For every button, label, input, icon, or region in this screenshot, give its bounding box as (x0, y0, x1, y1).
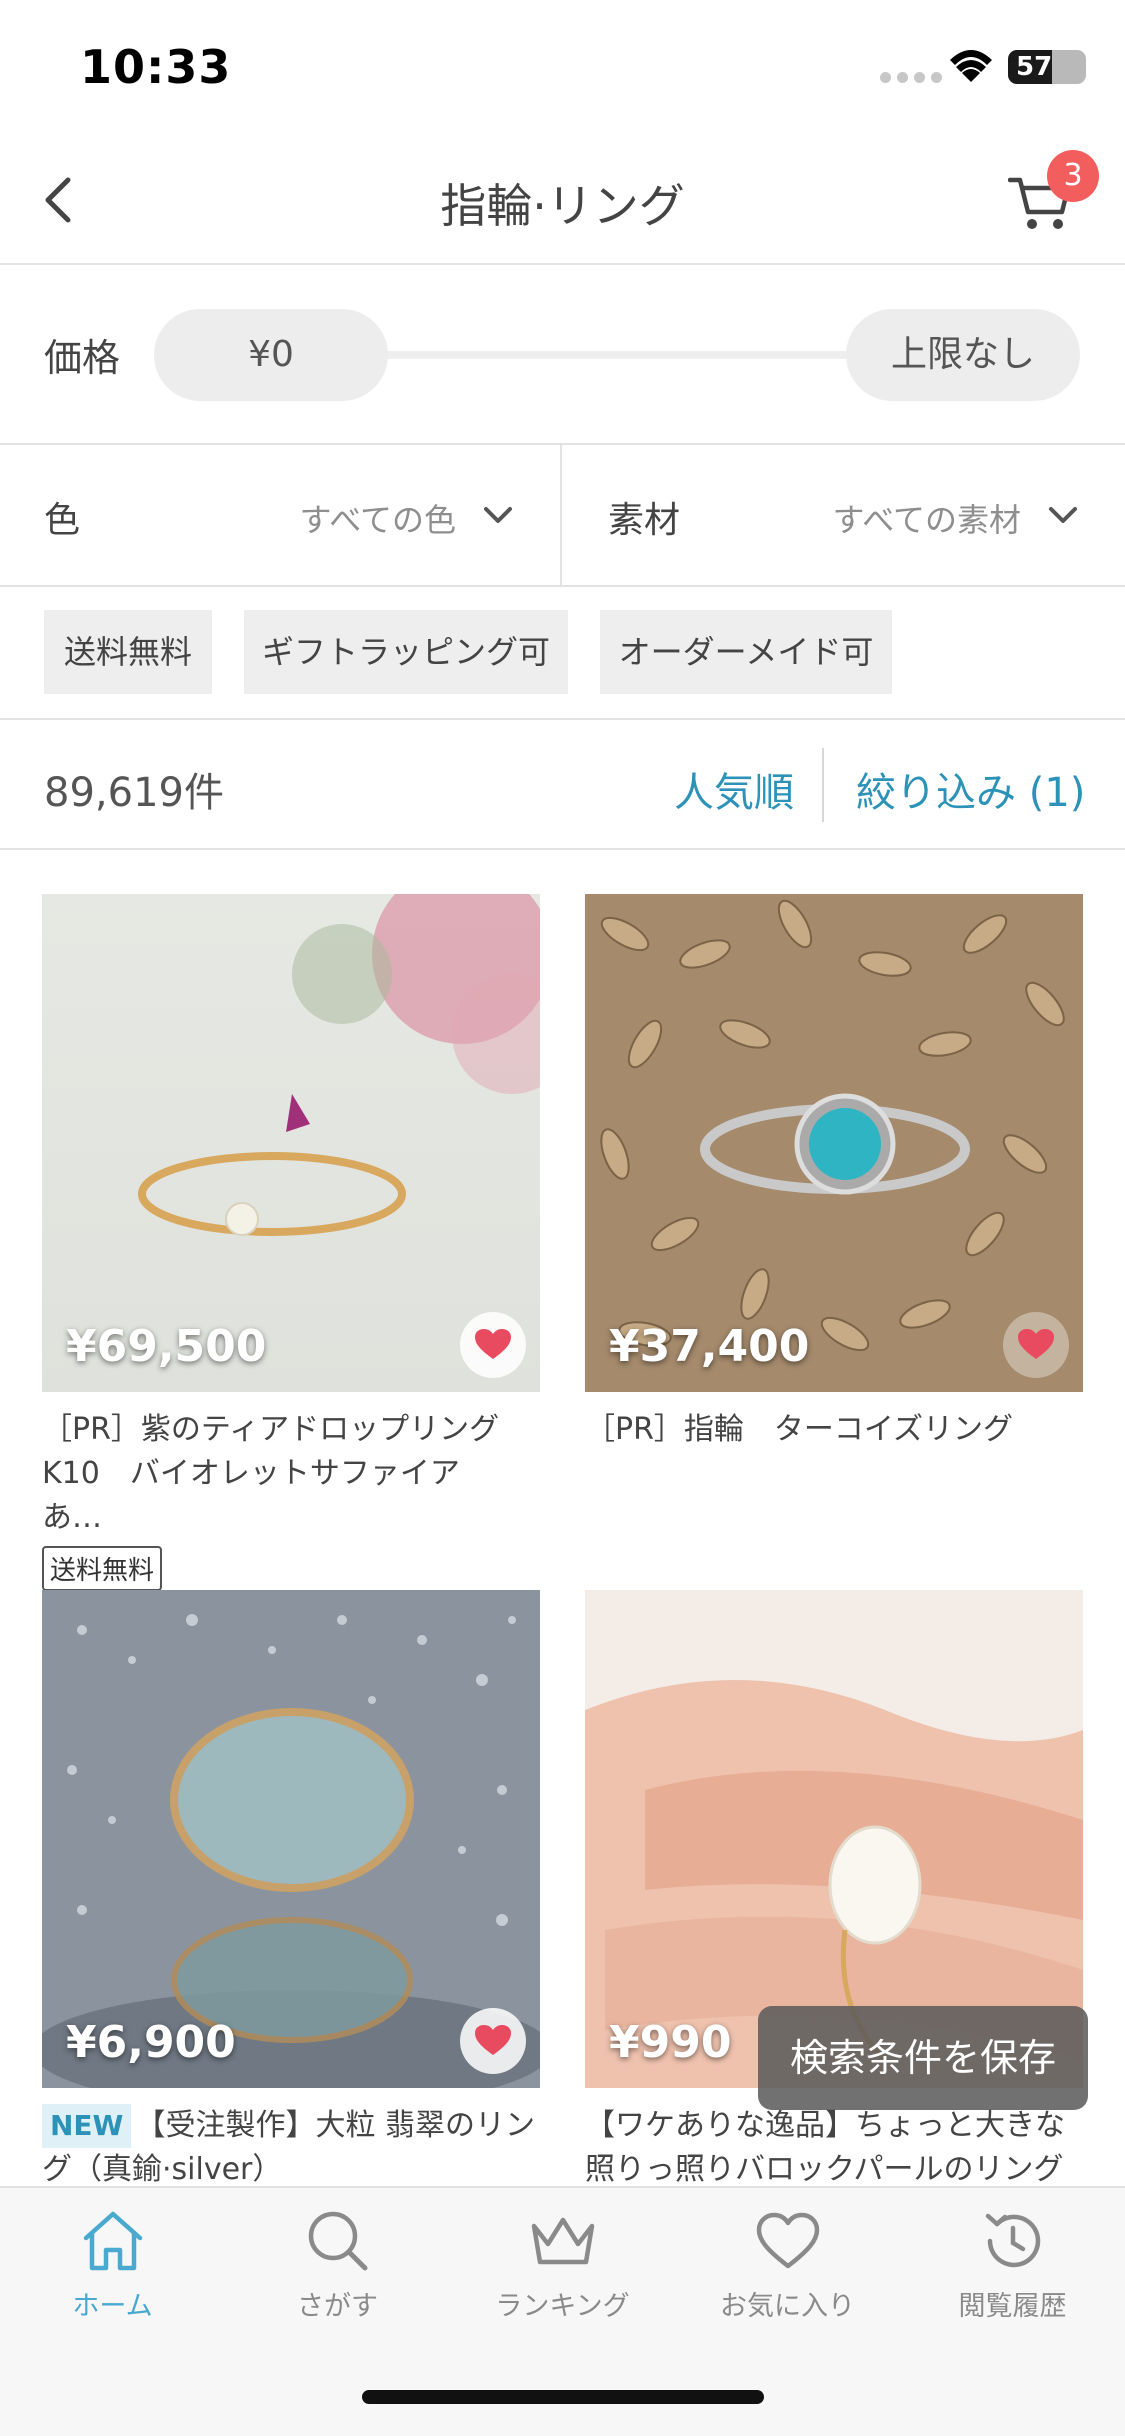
product-card[interactable]: ¥990 【ワケありな逸品】ちょっと大きな照りっ照りバロックパールのリング 1… (585, 1590, 1083, 2236)
product-card[interactable]: ¥69,500 ［PR］紫のティアドロップリング K10 バイオレットサファイア… (42, 894, 540, 1591)
tab-label: お気に入り (720, 2291, 855, 2322)
heart-icon (475, 2025, 511, 2055)
tab-label: 閲覧履歴 (958, 2291, 1067, 2322)
page-title: 指輪·リング (440, 179, 685, 233)
price-min-handle[interactable]: ¥0 (154, 309, 388, 401)
status-time: 10:33 (80, 40, 232, 94)
results-bar: 89,619件 人気順 絞り込み (1) (0, 720, 1125, 850)
product-price: ¥69,500 (66, 1321, 267, 1372)
favorite-button[interactable] (1003, 1312, 1069, 1378)
tab-label: ホーム (72, 2291, 153, 2322)
color-filter[interactable]: 色 すべての色 (0, 445, 562, 585)
heart-icon (475, 1329, 511, 1359)
material-filter-label: 素材 (608, 500, 681, 541)
favorite-button[interactable] (460, 2008, 526, 2074)
tab-search[interactable]: さがす (225, 2206, 450, 2323)
divider (822, 748, 824, 822)
product-price: ¥990 (609, 2017, 732, 2068)
tab-home[interactable]: ホーム (0, 2206, 225, 2323)
product-card[interactable]: ¥37,400 ［PR］指輪 ターコイズリング (585, 894, 1083, 1452)
heart-icon (756, 2212, 819, 2269)
tab-favorites[interactable]: お気に入り (675, 2206, 900, 2323)
color-filter-value: すべての色 (299, 501, 456, 539)
status-bar: 10:33 57 (0, 0, 1125, 130)
price-filter: 価格 ¥0 上限なし (0, 265, 1125, 445)
product-price: ¥37,400 (609, 1321, 810, 1372)
battery-level: 57 (1016, 52, 1053, 82)
home-icon (83, 2211, 142, 2271)
product-price: ¥6,900 (66, 2017, 236, 2068)
color-filter-label: 色 (44, 500, 81, 541)
history-icon (985, 2213, 1040, 2268)
tab-history[interactable]: 閲覧履歴 (900, 2206, 1125, 2323)
favorite-button[interactable] (460, 1312, 526, 1378)
save-search-button[interactable]: 検索条件を保存 (758, 2006, 1088, 2110)
material-filter-value: すべての素材 (832, 501, 1021, 539)
attribute-filters: 色 すべての色 素材 すべての素材 (0, 445, 1125, 587)
free-shipping-badge: 送料無料 (42, 1546, 163, 1591)
wifi-icon (950, 50, 992, 82)
result-count: 89,619件 (44, 770, 224, 816)
tab-ranking[interactable]: ランキング (450, 2206, 675, 2323)
heart-icon (1018, 1329, 1054, 1359)
product-image[interactable]: ¥37,400 (585, 894, 1083, 1392)
new-badge: NEW (42, 2104, 132, 2148)
cellular-signal-icon (880, 72, 942, 83)
crown-icon (531, 2217, 594, 2265)
chip-free-shipping[interactable]: 送料無料 (44, 610, 212, 694)
sort-button[interactable]: 人気順 (674, 760, 794, 818)
tag-chips: 送料無料 ギフトラッピング可 オーダーメイド可 (0, 587, 1125, 720)
refine-button[interactable]: 絞り込み (1) (856, 760, 1085, 818)
tab-label: ランキング (495, 2291, 630, 2322)
home-indicator (362, 2390, 764, 2404)
cart-count-badge: 3 (1047, 150, 1099, 202)
product-card[interactable]: ¥6,900 NEW 【受注製作】大粒 翡翠のリング（真鍮·silver） (42, 1590, 540, 2192)
material-filter[interactable]: 素材 すべての素材 (564, 445, 1125, 585)
product-image[interactable]: ¥69,500 (42, 894, 540, 1392)
chevron-down-icon (1049, 507, 1077, 523)
product-title: ［PR］指輪 ターコイズリング (585, 1412, 1014, 1447)
chevron-down-icon (484, 507, 512, 523)
search-icon (308, 2211, 367, 2271)
price-max-handle[interactable]: 上限なし (846, 309, 1080, 401)
chip-gift-wrapping[interactable]: ギフトラッピング可 (244, 610, 568, 694)
product-image[interactable]: ¥6,900 (42, 1590, 540, 2088)
tab-label: さがす (297, 2291, 378, 2322)
product-title: NEW 【受注製作】大粒 翡翠のリング（真鍮·silver） (42, 2104, 540, 2192)
battery-icon: 57 (1008, 50, 1086, 84)
nav-header: 指輪·リング 3 (0, 130, 1125, 265)
price-label: 価格 (44, 336, 121, 380)
chip-custom-order[interactable]: オーダーメイド可 (600, 610, 892, 694)
product-title: ［PR］紫のティアドロップリング K10 バイオレットサファイア あ… (42, 1412, 530, 1535)
